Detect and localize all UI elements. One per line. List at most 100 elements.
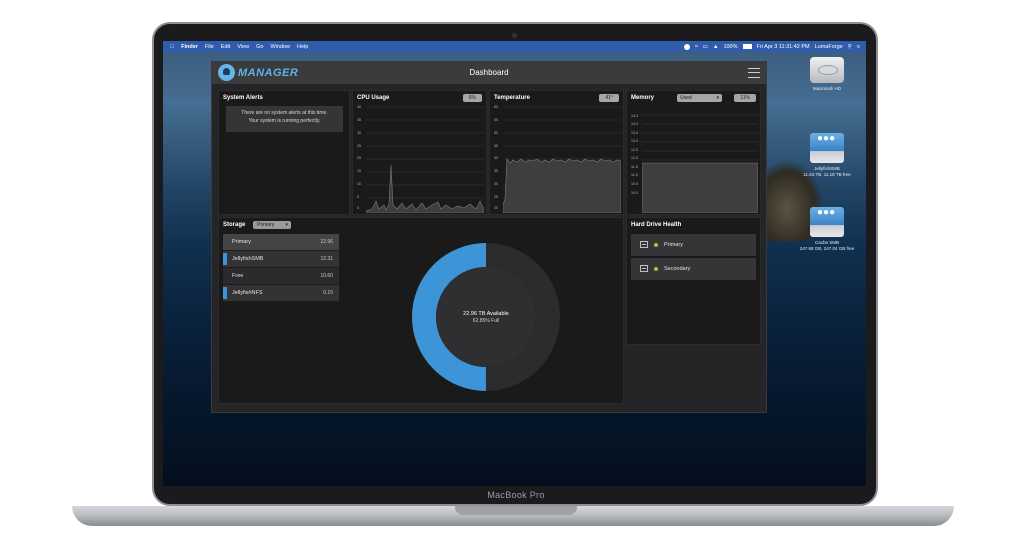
y-tick: 11.0: [631, 173, 638, 178]
menu-edit[interactable]: Edit: [221, 44, 230, 50]
network-drive-icon: ●●●: [810, 133, 844, 163]
drive-row-primary[interactable]: Primary: [631, 234, 756, 256]
siri-icon[interactable]: [683, 43, 690, 50]
clock[interactable]: Fri Apr 3 11:31:42 PM: [757, 44, 810, 50]
y-tick: 40: [494, 156, 498, 161]
user-name[interactable]: LumaForge: [815, 44, 843, 50]
storage-row-value: 0.15: [323, 290, 333, 296]
y-tick: 10.0: [631, 190, 638, 195]
search-icon[interactable]: ⚲: [848, 44, 852, 50]
y-tick: 35: [357, 117, 361, 122]
menu-help[interactable]: Help: [297, 44, 308, 50]
y-tick: 25: [357, 143, 361, 148]
memory-panel: Memory Used ▾ 11% 14.3 14.0 13.5 13.0 12…: [626, 90, 761, 215]
desktop-icon-macintosh-hd[interactable]: Macintosh HD: [797, 57, 857, 92]
battery-percent[interactable]: 100%: [723, 44, 737, 50]
cpu-usage-panel: CPU Usage 6% 40 35 30 25 20 15 10 5 0: [352, 90, 487, 215]
panel-title: Memory: [631, 95, 655, 101]
y-tick: 10.5: [631, 182, 638, 187]
battery-icon[interactable]: [742, 44, 752, 49]
y-tick: 50: [494, 130, 498, 135]
memory-line: [642, 114, 758, 213]
y-tick: 13.0: [631, 139, 638, 144]
storage-row-value: 22.96: [320, 239, 333, 245]
storage-row-value: 10.60: [320, 273, 333, 279]
y-tick: 0: [357, 205, 359, 210]
memory-metric-select[interactable]: Used ▾: [677, 94, 722, 102]
cpu-usage-badge: 6%: [462, 94, 482, 102]
panel-title: Temperature: [494, 95, 530, 101]
storage-row-free[interactable]: Free 10.60: [223, 268, 339, 285]
storage-row-name: JellyfishNFS: [232, 290, 263, 296]
storage-row-primary[interactable]: Primary 22.96: [223, 234, 339, 251]
desktop-icon-jellyfishsmb[interactable]: ●●● JellyfishSMB 11.63 TB, 11.18 TB free: [797, 133, 857, 178]
drive-name: Primary: [664, 242, 683, 248]
panel-title: System Alerts: [223, 95, 263, 101]
menu-bar-status: ≈ ▭ ▲ 100% Fri Apr 3 11:31:42 PM LumaFor…: [683, 41, 860, 52]
hard-drive-icon: [640, 265, 648, 272]
control-center-icon[interactable]: ≡: [857, 44, 860, 50]
page-title: Dashboard: [469, 68, 509, 77]
menu-go[interactable]: Go: [256, 44, 263, 50]
select-value: Primary: [257, 222, 275, 228]
temperature-graph: 60 55 50 45 40 35 30 25 20: [494, 105, 621, 213]
y-tick: 12.5: [631, 147, 638, 152]
menu-file[interactable]: File: [205, 44, 214, 50]
storage-available: 22.96 TB Available: [463, 310, 509, 317]
manager-app-window: MANAGER Dashboard System Alerts There ar…: [211, 61, 767, 413]
y-tick: 35: [494, 169, 498, 174]
desktop-icon-cache-smb[interactable]: ●●● Cache SMB 247.68 GB, 247.04 GB free: [797, 207, 857, 252]
wifi-icon[interactable]: ≈: [695, 44, 698, 50]
y-tick: 20: [357, 156, 361, 161]
storage-row-name: JellyfishSMB: [232, 256, 264, 262]
system-alerts-panel: System Alerts There are no system alerts…: [218, 90, 350, 215]
y-tick: 20: [494, 205, 498, 210]
apple-icon[interactable]: : [170, 44, 174, 50]
y-tick: 13.5: [631, 130, 638, 135]
drive-row-secondary[interactable]: Secondary: [631, 258, 756, 280]
panel-title: Hard Drive Health: [631, 222, 682, 228]
menu-view[interactable]: View: [237, 44, 249, 50]
panel-title: CPU Usage: [357, 95, 390, 101]
display-icon[interactable]: ▭: [703, 44, 708, 50]
desktop-icon-label: Macintosh HD: [812, 86, 842, 91]
y-tick: 5: [357, 194, 359, 199]
storage-row-name: Free: [232, 273, 244, 279]
storage-panel: Storage Primary ▾ Primary 22.96 Jellyfis…: [218, 217, 624, 404]
storage-row-name: Primary: [232, 239, 251, 245]
hard-drive-icon: [640, 241, 648, 248]
storage-donut-chart: 22.96 TB Available 62.85% Full: [411, 242, 561, 392]
memory-graph: 14.3 14.0 13.5 13.0 12.5 12.0 11.5 11.0 …: [631, 105, 758, 213]
alert-message: There are no system alerts at this time.…: [226, 106, 343, 132]
alert-message-line: Your system is running perfectly.: [248, 117, 321, 124]
hamburger-menu-icon[interactable]: [748, 68, 760, 78]
desktop-screen:  Finder File Edit View Go Window Help ≈…: [163, 41, 866, 486]
y-tick: 10: [357, 182, 361, 187]
y-tick: 55: [494, 117, 498, 122]
desktop-icon-sublabel: 247.68 GB, 247.04 GB free: [799, 246, 855, 251]
volume-icon[interactable]: ▲: [713, 44, 718, 50]
chevron-down-icon: ▾: [716, 95, 719, 101]
laptop-model-label: MacBook Pro: [487, 490, 545, 500]
storage-color-swatch: [223, 253, 227, 265]
app-header: MANAGER Dashboard: [212, 62, 766, 84]
cpu-usage-line: [366, 106, 484, 213]
storage-row-jellyfishnfs[interactable]: JellyfishNFS 0.15: [223, 285, 339, 302]
hard-drive-icon: [810, 57, 844, 83]
storage-volume-select[interactable]: Primary ▾: [253, 221, 291, 229]
menu-window[interactable]: Window: [270, 44, 290, 50]
desktop-icon-sublabel: 11.63 TB, 11.18 TB free: [803, 172, 851, 177]
storage-row-jellyfishsmb[interactable]: JellyfishSMB 12.31: [223, 251, 339, 268]
donut-label: 22.96 TB Available 62.85% Full: [411, 242, 561, 392]
menu-finder[interactable]: Finder: [181, 44, 198, 50]
panel-title: Storage: [223, 222, 246, 228]
health-status-dot: [654, 267, 658, 271]
temperature-badge: 41°: [599, 94, 619, 102]
chevron-down-icon: ▾: [285, 222, 288, 228]
y-tick: 12.0: [631, 156, 638, 161]
y-tick: 40: [357, 105, 361, 109]
select-value: Used: [680, 95, 692, 101]
y-tick: 11.5: [631, 164, 638, 169]
storage-row-value: 12.31: [320, 256, 333, 262]
hard-drive-health-panel: Hard Drive Health Primary Secondary: [626, 217, 761, 345]
